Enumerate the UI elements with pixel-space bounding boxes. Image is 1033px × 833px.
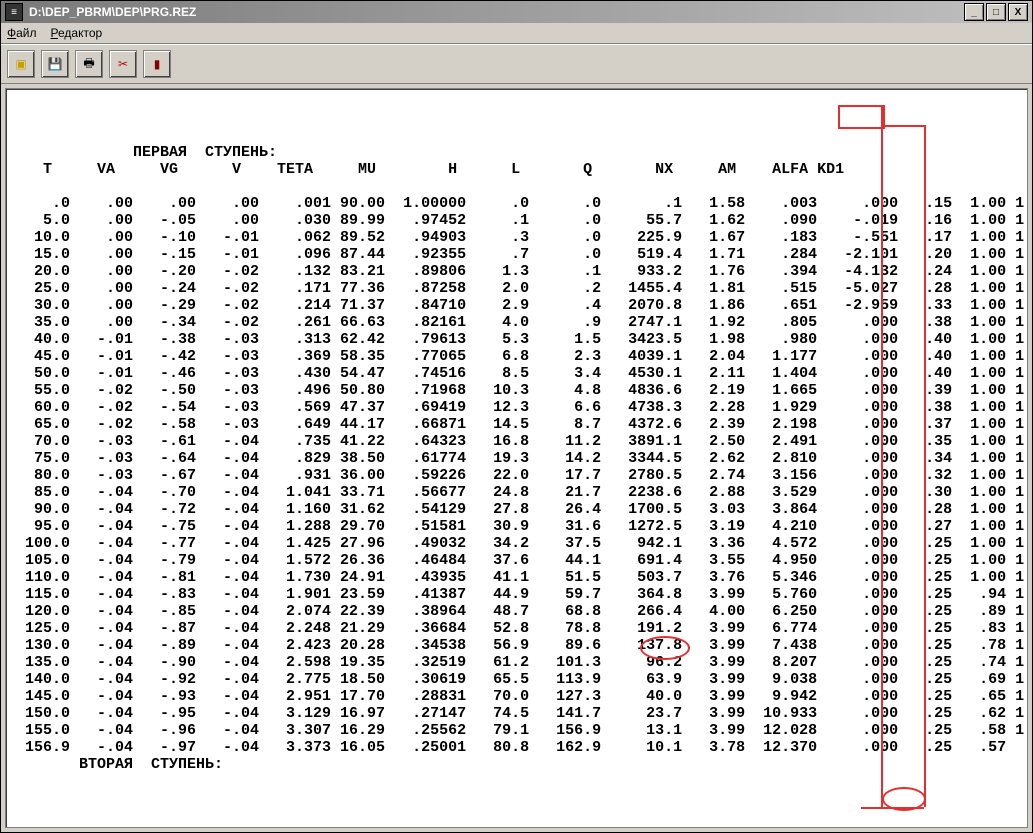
menu-file[interactable]: Файл (7, 26, 37, 40)
titlebar: ≡ D:\DEP_PBRM\DEP\PRG.REZ _ □ X (1, 1, 1032, 23)
door-icon: ▮ (154, 57, 161, 71)
menu-editor[interactable]: Редактор (51, 26, 103, 40)
window-title: D:\DEP_PBRM\DEP\PRG.REZ (29, 5, 964, 19)
window-controls: _ □ X (964, 3, 1028, 21)
annotation-circle-am-4.00 (640, 636, 690, 660)
annotation-kd1-box (838, 105, 885, 129)
window-root: ≡ D:\DEP_PBRM\DEP\PRG.REZ _ □ X Файл Ред… (0, 0, 1033, 833)
menu-file-rest: айл (16, 26, 36, 40)
printer-icon: 🖶 (83, 54, 94, 75)
menu-editor-rest: едактор (58, 26, 102, 40)
text-content[interactable]: ПЕРВАЯ СТУПЕНЬ: T VA VG V TETA MU H L Q … (5, 88, 1028, 828)
app-icon: ≡ (5, 3, 23, 21)
content-wrapper: ПЕРВАЯ СТУПЕНЬ: T VA VG V TETA MU H L Q … (1, 84, 1032, 832)
minimize-button[interactable]: _ (964, 3, 984, 21)
tool-button[interactable]: ✂ (109, 50, 137, 78)
menubar: Файл Редактор (1, 23, 1032, 44)
save-button[interactable]: 💾 (41, 50, 69, 78)
disk-icon: 💾 (48, 57, 63, 71)
tool-icon: ✂ (118, 57, 128, 71)
toolbar: ▣ 💾 🖶 ✂ ▮ (1, 44, 1032, 84)
open-button[interactable]: ▣ (7, 50, 35, 78)
annotation-c15-column-bottom (861, 807, 924, 809)
annotation-c15-column-left (881, 105, 883, 807)
close-button[interactable]: X (1008, 3, 1028, 21)
print-button[interactable]: 🖶 (75, 50, 103, 78)
maximize-button[interactable]: □ (986, 3, 1006, 21)
folder-icon: ▣ (15, 57, 26, 71)
annotation-c15-column-top (881, 125, 924, 127)
annotation-circle-.57 (882, 787, 926, 811)
exit-button[interactable]: ▮ (143, 50, 171, 78)
annotation-c15-column-right (924, 125, 926, 807)
